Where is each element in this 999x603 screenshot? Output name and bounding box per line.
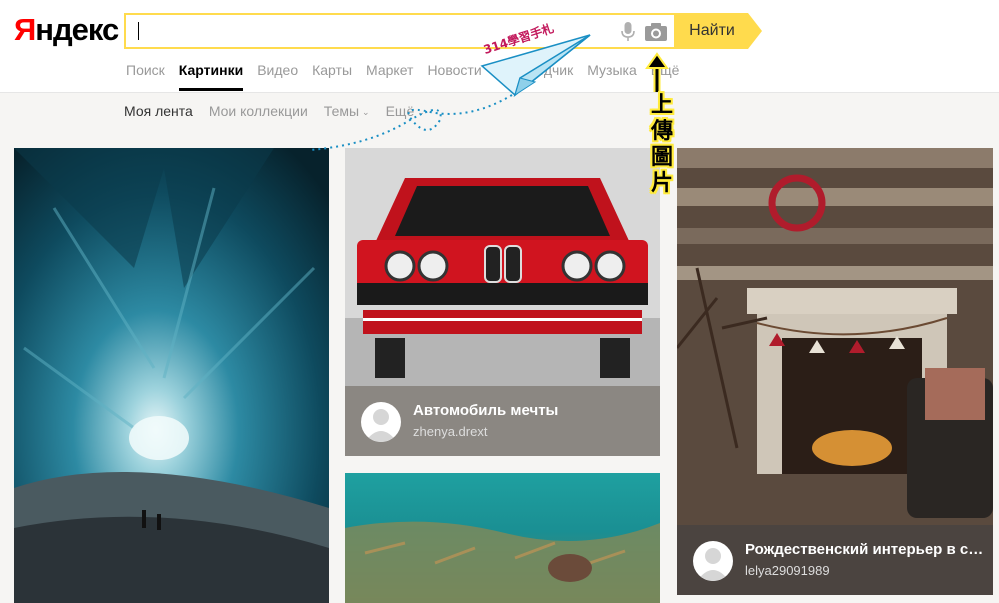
microphone-icon[interactable]: [620, 21, 636, 43]
image-card-ice-cave[interactable]: [14, 148, 329, 603]
card-title[interactable]: Рождественский интерьер в ск...: [745, 541, 985, 558]
red-car-image: [345, 148, 660, 386]
image-card-underwater[interactable]: [345, 473, 660, 603]
text-caret: [138, 22, 139, 40]
ice-cave-image: [14, 148, 329, 603]
subnav-label: Мои коллекции: [208, 103, 308, 119]
logo-first-letter: Я: [14, 12, 36, 47]
chevron-down-icon: ⌄: [417, 107, 425, 117]
search-box[interactable]: [124, 13, 676, 49]
card-title[interactable]: Автомобиль мечты: [413, 402, 558, 419]
underwater-image: [345, 473, 660, 603]
image-card-red-car[interactable]: Автомобиль мечты zhenya.drext: [345, 148, 660, 456]
service-link-1[interactable]: Картинки: [178, 61, 244, 91]
service-link-8[interactable]: Ещё: [651, 61, 680, 91]
user-avatar[interactable]: [361, 402, 401, 442]
service-link-5[interactable]: Новости: [427, 61, 481, 91]
services-nav: Поиск Картинки Видео Карты Маркет Новости Пере…: [126, 61, 679, 91]
card-caption: Автомобиль мечты zhenya.drext: [345, 386, 660, 456]
sub-nav: Моя лента Мои коллекции Темы ⌄ Ещё ⌄: [124, 103, 425, 119]
service-link-4[interactable]: Маркет: [366, 61, 413, 91]
service-link-0[interactable]: Поиск: [126, 61, 165, 91]
search-button[interactable]: Найти: [676, 13, 748, 49]
camera-icon[interactable]: [644, 22, 668, 42]
subnav-item-3[interactable]: Ещё ⌄: [386, 103, 425, 119]
subnav-item-2[interactable]: Темы ⌄: [324, 103, 370, 119]
subnav-label: Моя лента: [124, 103, 193, 119]
annotation-vertical-text: 上傳圖片: [650, 93, 673, 196]
chevron-down-icon: ⌄: [362, 107, 370, 117]
card-caption: Рождественский интерьер в ск... lelya290…: [677, 525, 993, 595]
user-avatar[interactable]: [693, 541, 733, 581]
yandex-logo[interactable]: Яндекс: [14, 12, 119, 48]
subnav-label: Ещё: [385, 103, 415, 119]
card-username[interactable]: zhenya.drext: [413, 424, 487, 439]
avatar-silhouette-icon: [365, 409, 397, 442]
fireplace-image: [677, 148, 993, 525]
service-link-6[interactable]: Переводчик: [496, 61, 574, 91]
image-card-fireplace[interactable]: Рождественский интерьер в ск... lelya290…: [677, 148, 993, 595]
logo-rest: ндекс: [35, 12, 119, 47]
card-username[interactable]: lelya29091989: [745, 563, 830, 578]
subnav-label: Темы: [323, 103, 360, 119]
subnav-item-1[interactable]: Мои коллекции: [209, 103, 308, 119]
avatar-silhouette-icon: [697, 548, 729, 581]
subnav-item-0[interactable]: Моя лента: [124, 103, 193, 119]
search-button-arrow[interactable]: [748, 13, 762, 49]
service-link-2[interactable]: Видео: [257, 61, 298, 91]
service-link-7[interactable]: Музыка: [587, 61, 637, 91]
service-link-3[interactable]: Карты: [312, 61, 352, 91]
